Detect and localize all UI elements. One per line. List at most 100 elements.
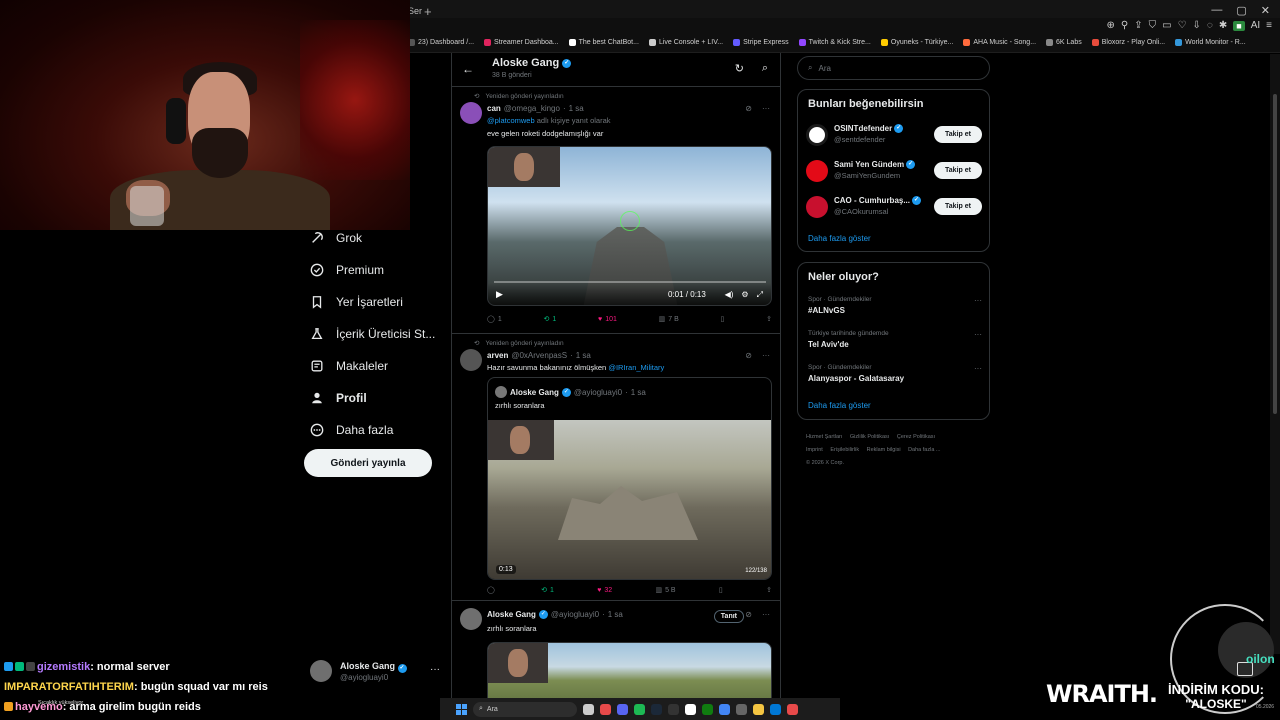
show-more-link[interactable]: Daha fazla göster: [808, 401, 871, 410]
follow-suggestion[interactable]: OSINTdefender ✓ @sentdefender Takip et: [806, 120, 982, 150]
nav-item-premium[interactable]: Premium: [296, 254, 446, 286]
download-icon[interactable]: ⇩: [1193, 20, 1201, 31]
steam-icon[interactable]: [651, 703, 662, 715]
video-player[interactable]: ▶ 0:01 / 0:13 ◀) ⚙ ⤢: [487, 146, 772, 306]
bookmark-item[interactable]: Live Console + LIV...: [648, 39, 723, 46]
promote-button[interactable]: Tanıt: [713, 610, 744, 623]
share-button[interactable]: ⇪: [766, 586, 772, 594]
bookmark-item[interactable]: Stripe Express: [733, 39, 789, 46]
post[interactable]: ⟲ Yeniden gönderi yayınladın arven @0xArv…: [452, 335, 780, 601]
follow-suggestion[interactable]: Sami Yen Gündem ✓ @SamiYenGundem Takip et: [806, 156, 982, 186]
ai-button[interactable]: AI: [1251, 20, 1260, 31]
scrollbar[interactable]: [1270, 54, 1280, 654]
footer-link[interactable]: Reklam bilgisi: [867, 447, 901, 453]
discord-icon[interactable]: [617, 703, 628, 715]
more-icon[interactable]: ···: [762, 104, 770, 113]
like-button[interactable]: ♥ 32: [597, 586, 612, 594]
settings-icon[interactable]: ⚙: [741, 290, 748, 300]
grok-icon[interactable]: ⊘: [745, 104, 752, 113]
bookmark-item[interactable]: AHA Music - Song...: [963, 39, 1036, 46]
maximize-button[interactable]: ▢: [1236, 4, 1246, 17]
bookmark-item[interactable]: Bloxorz - Play Onli...: [1091, 39, 1165, 46]
zoom-icon[interactable]: ⊕: [1107, 20, 1115, 31]
search-icon[interactable]: ⌕: [762, 62, 768, 75]
chat-icon[interactable]: ◌: [1207, 20, 1213, 31]
trend-item[interactable]: Türkiye tarihinde gündemde Tel Aviv'de ·…: [808, 330, 982, 349]
quoted-post[interactable]: Aloske Gang ✓ @ayiogluayi0 · 1 sa zırhlı…: [487, 377, 772, 580]
more-icon[interactable]: ···: [762, 610, 770, 619]
repost-button[interactable]: ⟲ 1: [541, 586, 554, 595]
taskbar-search[interactable]: ⌕ Ara: [473, 701, 577, 717]
avatar[interactable]: [460, 102, 482, 124]
app-icon[interactable]: [787, 703, 798, 715]
more-icon[interactable]: ···: [762, 351, 770, 360]
nav-item-bookmarks[interactable]: Yer İşaretleri: [296, 286, 446, 318]
xbox-icon[interactable]: [702, 703, 713, 715]
bookmark-item[interactable]: The best ChatBot...: [568, 39, 639, 46]
fullscreen-icon[interactable]: ⤢: [757, 290, 763, 300]
reply-button[interactable]: ◯ 1: [487, 315, 502, 324]
pin-icon[interactable]: ⚲: [1121, 20, 1128, 31]
refresh-icon[interactable]: ↻: [735, 62, 744, 75]
video-player[interactable]: 0:13 122/138: [488, 420, 771, 579]
trend-item[interactable]: Spor · Gündemdekiler Alanyaspor - Galata…: [808, 364, 982, 383]
bookmark-item[interactable]: Streamer Dashboa...: [484, 39, 559, 46]
views-button[interactable]: ▥ 5 B: [655, 586, 675, 595]
bookmark-item[interactable]: 6K Labs: [1046, 39, 1082, 46]
trend-item[interactable]: Spor · Gündemdekiler #ALNvGS ···: [808, 296, 982, 315]
spotify-icon[interactable]: [634, 703, 645, 715]
bookmark-button[interactable]: ▯: [721, 315, 725, 323]
app-icon[interactable]: [770, 703, 781, 715]
cast-icon[interactable]: ▭: [1162, 20, 1171, 31]
app-icon[interactable]: [736, 703, 747, 715]
back-arrow-icon[interactable]: ←: [462, 62, 474, 76]
minimize-button[interactable]: —: [1211, 4, 1222, 17]
mention-link[interactable]: @IRIran_Military: [608, 363, 664, 372]
nav-item-articles[interactable]: Makaleler: [296, 350, 446, 382]
follow-suggestion[interactable]: CAO - Cumhurbaş... ✓ @CAOkurumsal Takip e…: [806, 192, 982, 222]
bookmark-item[interactable]: 23) Dashboard /...: [408, 39, 474, 46]
browser-tab[interactable]: Ser: [408, 6, 422, 16]
more-icon[interactable]: ···: [974, 330, 982, 339]
follow-button[interactable]: Takip et: [934, 126, 982, 143]
reply-button[interactable]: ◯: [487, 586, 498, 594]
search-input[interactable]: ⌕ Ara: [797, 56, 990, 80]
more-icon[interactable]: ···: [974, 296, 982, 305]
avatar[interactable]: [460, 608, 482, 630]
footer-link[interactable]: Çerez Politikası: [897, 434, 935, 440]
account-switcher[interactable]: Aloske Gang ✓ @ayiogluayi0 ···: [310, 658, 446, 686]
share-icon[interactable]: ⇪: [1134, 20, 1142, 31]
post-button[interactable]: Gönderi yayınla: [304, 449, 432, 477]
windows-start-icon[interactable]: [456, 703, 467, 715]
more-icon[interactable]: ···: [974, 364, 982, 373]
epic-games-icon[interactable]: [668, 703, 679, 715]
repost-button[interactable]: ⟲ 1: [544, 315, 557, 324]
footer-link[interactable]: Imprint: [806, 447, 823, 453]
nav-item-profile[interactable]: Profil: [296, 382, 446, 414]
nav-item-grok[interactable]: Grok: [296, 222, 446, 254]
mention-link[interactable]: @platcomweb: [487, 116, 535, 125]
shield-icon[interactable]: ⛉: [1149, 20, 1157, 31]
menu-icon[interactable]: ≡: [1266, 20, 1272, 31]
footer-link[interactable]: Gizlilik Politikası: [850, 434, 889, 440]
grok-icon[interactable]: ⊘: [745, 610, 752, 619]
post[interactable]: ⟲ Yeniden gönderi yayınladın can @omega_k…: [452, 88, 780, 334]
volume-icon[interactable]: ◀): [725, 290, 734, 300]
grok-icon[interactable]: ⊘: [745, 351, 752, 360]
extension-icon[interactable]: ■: [1233, 20, 1245, 31]
opera-icon[interactable]: [600, 703, 611, 715]
bookmark-button[interactable]: ▯: [719, 586, 723, 594]
new-tab-button[interactable]: +: [424, 4, 432, 19]
follow-button[interactable]: Takip et: [934, 162, 982, 179]
close-button[interactable]: ✕: [1261, 4, 1270, 17]
avatar[interactable]: [460, 349, 482, 371]
bookmark-item[interactable]: Twitch & Kick Stre...: [798, 39, 871, 46]
app-icon[interactable]: [685, 703, 696, 715]
chrome-icon[interactable]: [719, 703, 730, 715]
play-icon[interactable]: ▶: [496, 289, 503, 300]
nav-item-more[interactable]: Daha fazla: [296, 414, 446, 446]
nav-item-creator-studio[interactable]: İçerik Üreticisi St...: [296, 318, 446, 350]
like-button[interactable]: ♥ 101: [598, 315, 617, 323]
video-progress[interactable]: [494, 281, 766, 283]
bookmark-item[interactable]: Oyuneks - Türkiye...: [880, 39, 953, 46]
